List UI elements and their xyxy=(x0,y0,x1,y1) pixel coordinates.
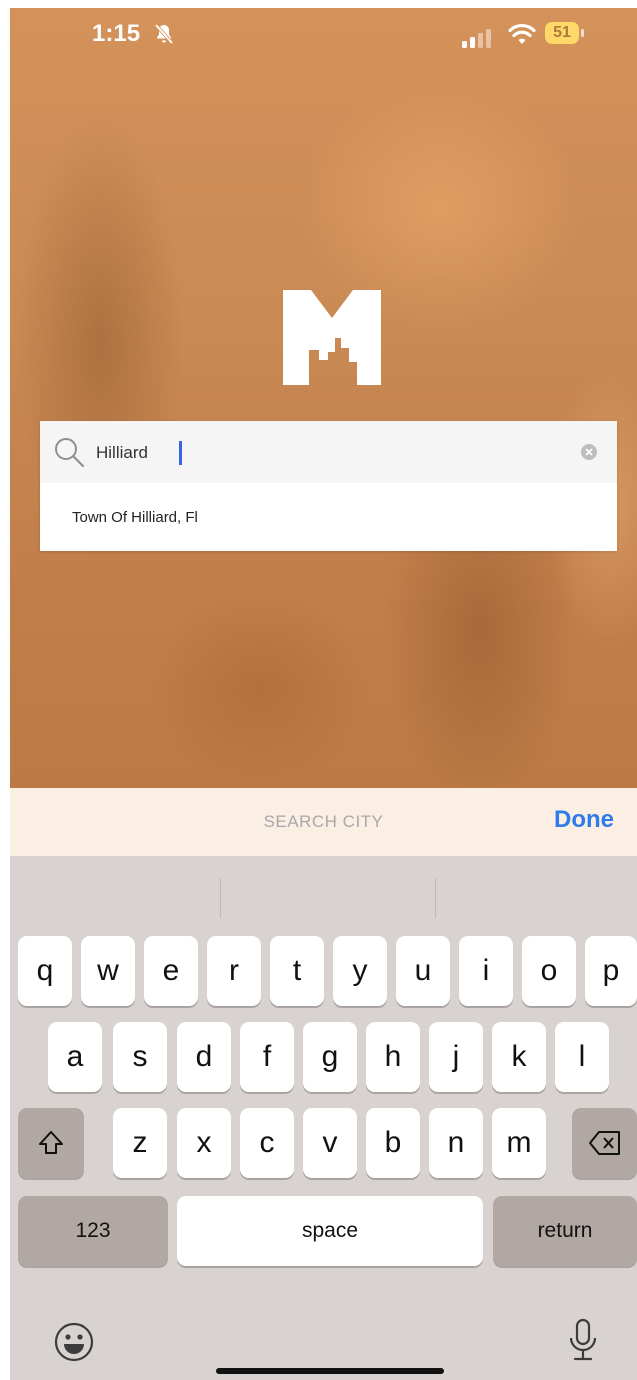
wifi-icon xyxy=(508,23,536,44)
key-g[interactable]: g xyxy=(303,1022,357,1092)
keyboard: q w e r t y u i o p a s d f g h j k l z … xyxy=(10,856,637,1380)
cellular-signal-icon xyxy=(462,29,491,48)
bell-slash-icon xyxy=(154,23,174,45)
microphone-icon[interactable] xyxy=(568,1318,598,1362)
status-time: 1:15 xyxy=(92,20,141,47)
shift-key[interactable] xyxy=(18,1108,84,1178)
key-f[interactable]: f xyxy=(240,1022,294,1092)
search-result-item[interactable]: Town Of Hilliard, Fl xyxy=(72,509,198,526)
key-r[interactable]: r xyxy=(207,936,261,1006)
text-caret xyxy=(179,441,182,465)
key-a[interactable]: a xyxy=(48,1022,102,1092)
search-bar xyxy=(40,421,617,483)
key-o[interactable]: o xyxy=(522,936,576,1006)
key-e[interactable]: e xyxy=(144,936,198,1006)
key-q[interactable]: q xyxy=(18,936,72,1006)
key-v[interactable]: v xyxy=(303,1108,357,1178)
delete-key[interactable] xyxy=(572,1108,637,1178)
shift-icon xyxy=(39,1131,63,1154)
numbers-key[interactable]: 123 xyxy=(18,1196,168,1266)
screen: 1:15 51 Hilliard Town Of Hilliard, Fl SE… xyxy=(10,8,637,1380)
key-w[interactable]: w xyxy=(81,936,135,1006)
key-z[interactable]: z xyxy=(113,1108,167,1178)
battery-cap xyxy=(581,29,584,37)
key-p[interactable]: p xyxy=(585,936,637,1006)
space-key[interactable]: space xyxy=(177,1196,483,1266)
key-c[interactable]: c xyxy=(240,1108,294,1178)
search-icon xyxy=(55,438,85,468)
status-bar: 1:15 51 xyxy=(10,8,637,78)
return-key[interactable]: return xyxy=(493,1196,637,1266)
keyboard-toolbar: SEARCH CITY Done xyxy=(10,788,637,856)
search-panel: Town Of Hilliard, Fl xyxy=(40,421,617,551)
clear-icon[interactable] xyxy=(581,444,597,460)
prediction-divider xyxy=(220,878,221,918)
key-t[interactable]: t xyxy=(270,936,324,1006)
search-input[interactable] xyxy=(96,439,566,467)
home-indicator[interactable] xyxy=(216,1368,444,1374)
background-image xyxy=(10,8,637,788)
key-n[interactable]: n xyxy=(429,1108,483,1178)
done-button[interactable]: Done xyxy=(554,806,614,834)
key-b[interactable]: b xyxy=(366,1108,420,1178)
key-y[interactable]: y xyxy=(333,936,387,1006)
emoji-icon[interactable] xyxy=(54,1322,94,1362)
key-d[interactable]: d xyxy=(177,1022,231,1092)
prediction-divider xyxy=(435,878,436,918)
key-s[interactable]: s xyxy=(113,1022,167,1092)
delete-icon xyxy=(588,1131,620,1155)
battery-icon: 51 xyxy=(545,22,585,44)
key-j[interactable]: j xyxy=(429,1022,483,1092)
key-h[interactable]: h xyxy=(366,1022,420,1092)
toolbar-title: SEARCH CITY xyxy=(263,812,384,831)
battery-level: 51 xyxy=(545,22,579,44)
key-i[interactable]: i xyxy=(459,936,513,1006)
key-l[interactable]: l xyxy=(555,1022,609,1092)
key-u[interactable]: u xyxy=(396,936,450,1006)
key-m[interactable]: m xyxy=(492,1108,546,1178)
key-k[interactable]: k xyxy=(492,1022,546,1092)
app-logo xyxy=(283,290,381,385)
key-x[interactable]: x xyxy=(177,1108,231,1178)
